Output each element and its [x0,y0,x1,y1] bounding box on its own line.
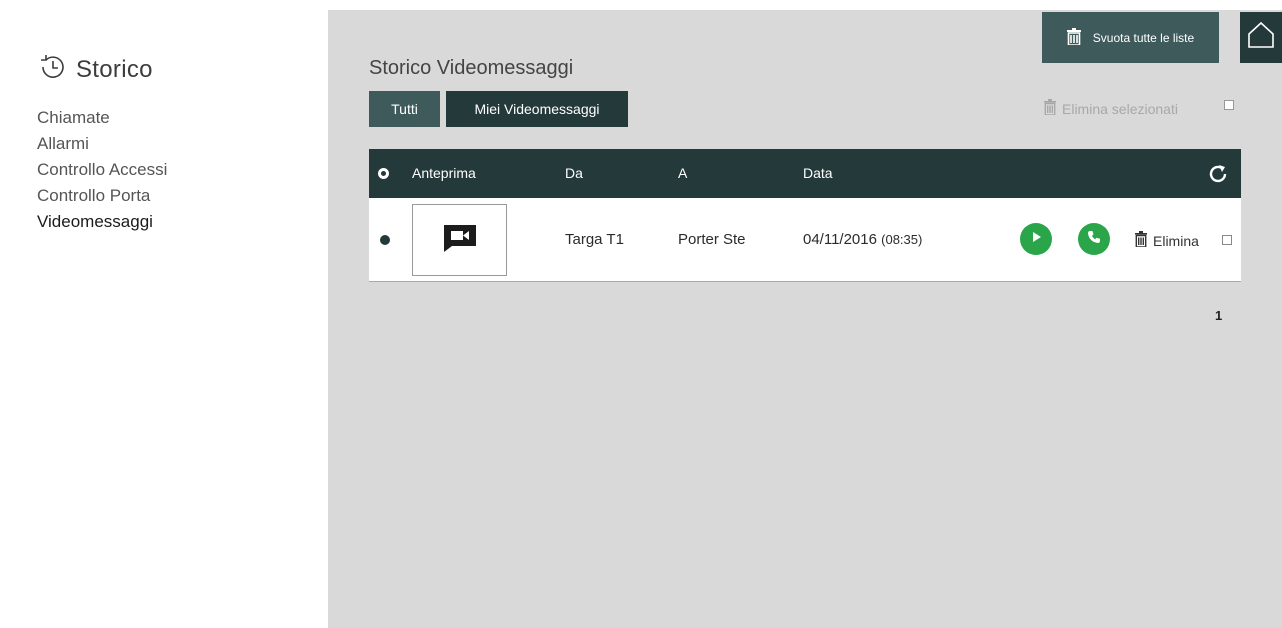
history-icon [36,50,70,89]
sidebar-item-controllo-porta[interactable]: Controllo Porta [37,186,167,212]
delete-row-button[interactable]: Elimina [1135,231,1199,250]
select-all-radio[interactable] [378,168,389,179]
row-checkbox[interactable] [1222,235,1232,245]
cell-from: Targa T1 [565,231,624,248]
play-icon [1028,229,1044,249]
cell-date: 04/11/2016 (08:35) [803,198,922,282]
sidebar-item-controllo-accessi[interactable]: Controllo Accessi [37,160,167,186]
home-icon [1246,21,1276,54]
trash-icon [1066,27,1093,48]
main-panel: Storico Videomessaggi Tutti Miei Videome… [328,10,1282,628]
cell-date-day: 04/11/2016 [803,231,877,248]
sidebar-item-allarmi[interactable]: Allarmi [37,134,167,160]
cell-to: Porter Ste [678,231,746,248]
pagination-page[interactable]: 1 [1215,308,1222,323]
tab-tutti[interactable]: Tutti [369,91,440,127]
sidebar-item-chiamate[interactable]: Chiamate [37,108,167,134]
delete-selected-label: Elimina selezionati [1062,100,1178,117]
column-header-anteprima: Anteprima [412,165,476,181]
call-button[interactable] [1078,223,1110,255]
clear-all-lists-button[interactable]: Svuota tutte le liste [1042,12,1219,63]
tab-miei-videomessaggi[interactable]: Miei Videomessaggi [446,91,628,127]
table-row[interactable]: Targa T1 Porter Ste 04/11/2016 (08:35) E… [369,198,1241,282]
home-button[interactable] [1240,12,1282,63]
column-header-a: A [678,165,688,181]
sidebar: Storico Chiamate Allarmi Controllo Acces… [0,10,328,628]
clear-all-label: Svuota tutte le liste [1092,30,1195,45]
phone-icon [1086,229,1102,249]
preview-thumbnail[interactable] [412,204,507,276]
select-all-checkbox[interactable] [1224,100,1234,110]
delete-row-label: Elimina [1153,232,1199,249]
video-message-icon [443,224,477,256]
refresh-icon[interactable] [1205,161,1231,187]
play-button[interactable] [1020,223,1052,255]
delete-selected-button[interactable]: Elimina selezionati [1044,99,1178,118]
unread-indicator [380,235,390,245]
sidebar-title: Storico [76,55,153,83]
column-header-data: Data [803,165,833,181]
table-header: Anteprima Da A Data [369,149,1241,198]
column-header-da: Da [565,165,583,181]
sidebar-header: Storico [36,50,153,89]
cell-date-time: (08:35) [881,232,923,247]
trash-icon [1044,99,1062,118]
sidebar-nav: Chiamate Allarmi Controllo Accessi Contr… [37,108,167,238]
trash-icon [1135,231,1153,250]
page-title: Storico Videomessaggi [369,57,574,79]
sidebar-item-videomessaggi[interactable]: Videomessaggi [37,212,167,238]
